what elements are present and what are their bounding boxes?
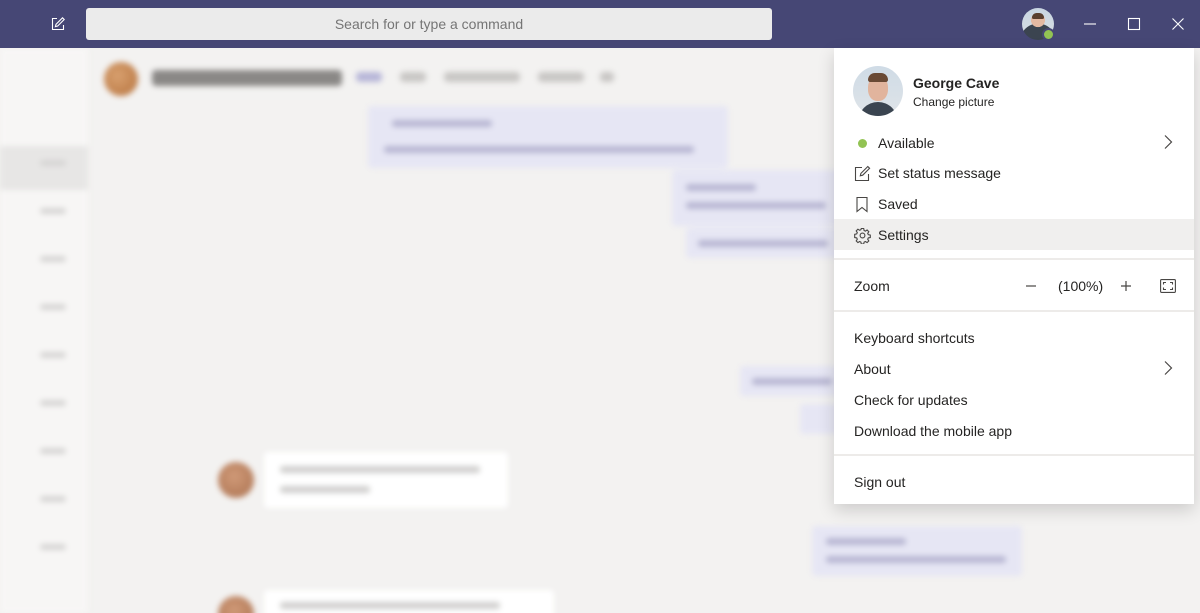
status-available-item[interactable]: Available [834,127,1194,158]
message-bubble [740,366,840,396]
list-item [40,496,66,502]
set-status-message-item[interactable]: Set status message [834,157,1194,188]
settings-label: Settings [878,226,929,243]
settings-item[interactable]: Settings [834,219,1194,250]
check-for-updates-label: Check for updates [854,391,968,408]
fit-to-screen-icon[interactable] [1157,275,1179,297]
about-label: About [854,360,891,377]
list-item [40,256,66,262]
message-bubble [686,228,842,258]
list-item [40,352,66,358]
download-mobile-app-item[interactable]: Download the mobile app [834,415,1194,446]
zoom-label: Zoom [854,278,890,294]
profile-name: George Cave [913,75,1000,91]
status-available-icon [853,134,871,152]
edit-status-icon [853,164,871,182]
zoom-value: (100%) [1058,278,1104,294]
set-status-label: Set status message [878,164,1001,181]
message-bubble [264,452,508,508]
message-bubble [812,526,1022,576]
chat-tab [444,72,520,82]
about-item[interactable]: About [834,353,1194,384]
selected-chat-item [0,146,88,190]
list-item [40,544,66,550]
chat-header-name [152,70,342,86]
menu-divider [834,310,1194,312]
message-bubble [368,106,728,168]
menu-divider [834,454,1194,456]
list-item [40,448,66,454]
maximize-icon[interactable] [1120,10,1148,38]
gear-icon [853,226,871,244]
chat-list-panel [0,48,88,613]
message-bubble [672,170,842,226]
minimize-icon[interactable] [1076,10,1104,38]
list-item [40,160,66,166]
chat-tab [538,72,584,82]
status-available-icon [1042,28,1055,41]
chat-tab [356,72,382,82]
list-item [40,208,66,214]
chat-tab [600,72,614,82]
keyboard-shortcuts-label: Keyboard shortcuts [854,329,975,346]
change-picture-link[interactable]: Change picture [913,95,994,109]
chevron-right-icon [1164,361,1173,375]
search-input[interactable] [86,8,772,40]
list-item [40,304,66,310]
menu-divider [834,258,1194,260]
compose-icon[interactable] [46,12,70,36]
profile-avatar[interactable] [853,66,903,116]
keyboard-shortcuts-item[interactable]: Keyboard shortcuts [834,322,1194,353]
zoom-in-button[interactable] [1115,275,1137,297]
sign-out-item[interactable]: Sign out [834,466,1194,497]
bookmark-icon [853,195,871,213]
sign-out-label: Sign out [854,473,906,490]
list-item [40,400,66,406]
status-label: Available [878,134,935,151]
zoom-out-button[interactable] [1020,275,1042,297]
check-for-updates-item[interactable]: Check for updates [834,384,1194,415]
download-mobile-app-label: Download the mobile app [854,422,1012,439]
message-bubble [264,590,554,613]
zoom-control: Zoom (100%) [834,270,1194,302]
sender-avatar [218,596,254,613]
profile-menu: George Cave Change picture Available Set… [834,48,1194,504]
chat-header-avatar [104,62,138,96]
chevron-right-icon [1164,135,1173,149]
close-icon[interactable] [1164,10,1192,38]
saved-label: Saved [878,195,918,212]
sender-avatar [218,462,254,498]
chat-tab [400,72,426,82]
saved-item[interactable]: Saved [834,188,1194,219]
